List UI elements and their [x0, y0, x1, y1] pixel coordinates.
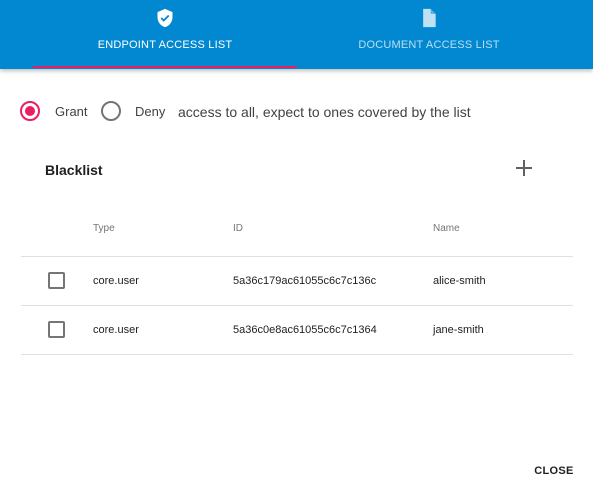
list-title: Blacklist — [45, 162, 103, 178]
column-header-type[interactable]: Type — [93, 223, 115, 234]
row-name: alice-smith — [433, 275, 486, 287]
row-checkbox[interactable] — [48, 321, 65, 338]
app-bar: ENDPOINT ACCESS LIST DOCUMENT ACCESS LIS… — [0, 0, 593, 69]
deny-radio[interactable] — [101, 101, 121, 121]
document-icon — [423, 8, 436, 28]
table-row: core.user 5a36c0e8ac61055c6c7c1364 jane-… — [21, 306, 573, 354]
column-header-name[interactable]: Name — [433, 223, 460, 234]
grant-radio[interactable] — [20, 101, 40, 121]
tab-label: ENDPOINT ACCESS LIST — [97, 39, 233, 51]
access-mode-radio-group: Grant Deny access to all, expect to ones… — [20, 101, 580, 125]
row-type: core.user — [93, 324, 139, 336]
tab-document-access-list[interactable]: DOCUMENT ACCESS LIST — [297, 0, 561, 69]
close-button[interactable]: CLOSE — [528, 461, 580, 481]
row-id: 5a36c179ac61055c6c7c136c — [233, 275, 377, 287]
row-name: jane-smith — [433, 324, 484, 336]
tab-endpoint-access-list[interactable]: ENDPOINT ACCESS LIST — [33, 0, 297, 69]
column-header-id[interactable]: ID — [233, 223, 243, 234]
shield-check-icon — [157, 8, 173, 28]
grant-radio-label[interactable]: Grant — [55, 104, 88, 119]
plus-icon[interactable] — [514, 158, 534, 178]
active-tab-indicator — [33, 66, 297, 68]
row-id: 5a36c0e8ac61055c6c7c1364 — [233, 324, 377, 336]
table-divider — [21, 354, 573, 355]
table-row: core.user 5a36c179ac61055c6c7c136c alice… — [21, 257, 573, 305]
row-type: core.user — [93, 275, 139, 287]
access-mode-description: access to all, expect to ones covered by… — [178, 104, 471, 120]
row-checkbox[interactable] — [48, 272, 65, 289]
deny-radio-label[interactable]: Deny — [135, 104, 165, 119]
tab-label: DOCUMENT ACCESS LIST — [358, 39, 500, 51]
